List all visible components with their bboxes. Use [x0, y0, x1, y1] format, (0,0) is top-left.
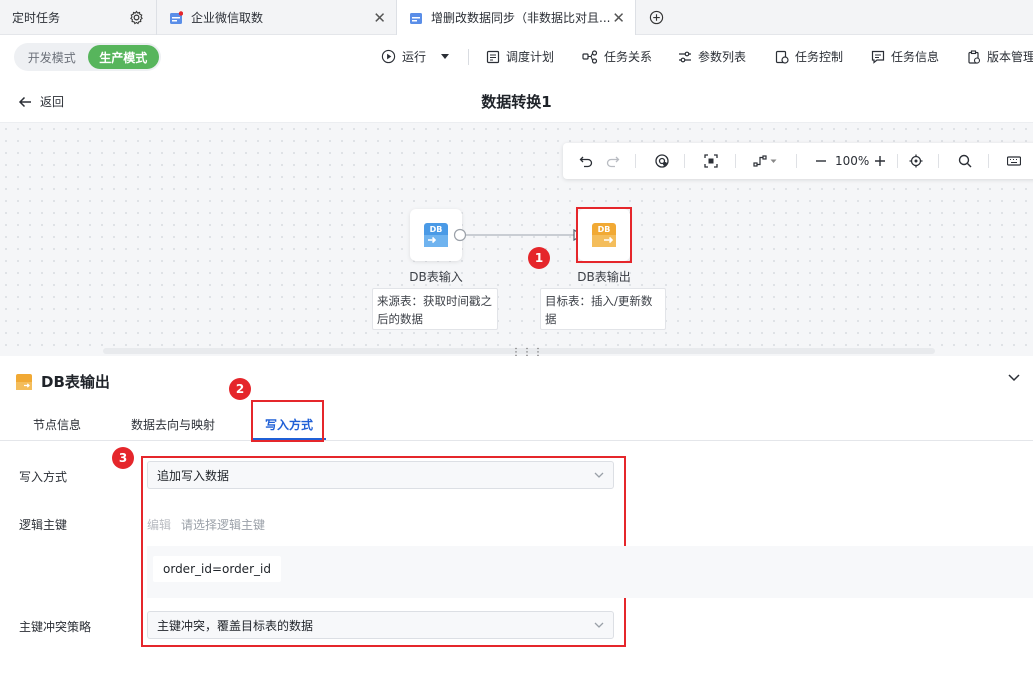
- annotation-badge: 1: [528, 247, 550, 269]
- divider: [938, 154, 939, 168]
- db-text: DB: [430, 225, 443, 234]
- tab-wecom-fetch[interactable]: 企业微信取数 ✕: [156, 0, 396, 35]
- db-input-icon: DB: [424, 223, 448, 247]
- keyboard-icon[interactable]: [1007, 153, 1021, 169]
- control-label: 任务控制: [795, 50, 844, 64]
- redo-icon[interactable]: [606, 153, 620, 169]
- task-toolbar: 开发模式 生产模式 运行 调度计划 任务关系 参数列表 任务控制 任务信息 版本…: [0, 36, 1033, 78]
- flow-canvas[interactable]: 100% DB DB表输入 来源表：获取时间戳之后的数据 DB DB表输出 目标…: [0, 123, 1033, 356]
- layout-dropdown[interactable]: [753, 153, 777, 169]
- page-header: 返回 数据转换1: [0, 78, 1033, 123]
- undo-icon[interactable]: [579, 153, 593, 169]
- dev-mode-option[interactable]: 开发模式: [16, 45, 88, 69]
- write-mode-label: 写入方式: [19, 470, 68, 484]
- node-label: DB表输出: [577, 270, 631, 284]
- node-config-panel: DB表输出 2 节点信息 数据去向与映射 写入方式 3 写入方式 追加写入数据 …: [0, 356, 1033, 686]
- canvas-toolbar: 100%: [563, 143, 1033, 179]
- tab-bar: 定时任务 企业微信取数 ✕ 增删改数据同步（非数据比对且... ✕: [0, 0, 1033, 35]
- write-mode-select[interactable]: 追加写入数据: [147, 461, 614, 489]
- locate-icon[interactable]: [909, 153, 923, 169]
- tab-label: 增删改数据同步（非数据比对且...: [431, 11, 611, 25]
- divider: [796, 154, 797, 168]
- annotation-badge: 2: [229, 378, 251, 400]
- annotation-box: [576, 207, 632, 263]
- close-icon[interactable]: ✕: [373, 9, 386, 27]
- write-mode-value: 追加写入数据: [157, 468, 230, 483]
- sliders-icon: [679, 51, 691, 62]
- tab-data-sync[interactable]: 增删改数据同步（非数据比对且... ✕: [396, 0, 636, 35]
- divider: [635, 154, 636, 168]
- chevron-down-icon[interactable]: [1007, 373, 1021, 383]
- port-circle-icon[interactable]: [453, 228, 467, 242]
- chevron-down-icon: [594, 472, 604, 478]
- schedule-label: 调度计划: [506, 50, 555, 64]
- conflict-strategy-select[interactable]: 主键冲突，覆盖目标表的数据: [147, 611, 614, 639]
- run-button[interactable]: 运行: [381, 48, 450, 65]
- divider: [735, 154, 736, 168]
- fit-view-icon[interactable]: [704, 153, 718, 169]
- divider: [988, 154, 989, 168]
- annotation-box: [251, 400, 324, 442]
- relation-icon: [582, 49, 598, 64]
- task-relations-button[interactable]: 任务关系: [582, 48, 652, 65]
- prod-mode-option[interactable]: 生产模式: [87, 45, 159, 69]
- eye-preview-icon[interactable]: [654, 153, 670, 169]
- panel-title: DB表输出: [15, 371, 110, 392]
- db-output-icon: [16, 373, 32, 390]
- task-control-button[interactable]: 任务控制: [775, 48, 843, 65]
- message-icon: [871, 50, 885, 64]
- divider: [468, 49, 469, 65]
- add-tab-button[interactable]: [636, 0, 676, 35]
- caret-down-icon: [441, 53, 450, 59]
- gear-icon[interactable]: [129, 10, 144, 25]
- task-calendar-icon: [410, 12, 422, 24]
- params-label: 参数列表: [698, 50, 747, 64]
- node-description: 目标表：插入/更新数据: [540, 288, 666, 330]
- close-icon[interactable]: ✕: [612, 9, 625, 27]
- mode-switch[interactable]: 开发模式 生产模式: [14, 43, 161, 71]
- logic-key-chip[interactable]: order_id=order_id: [153, 556, 281, 582]
- schedule-button[interactable]: 调度计划: [486, 48, 554, 65]
- annotation-badge: 3: [112, 447, 134, 469]
- relations-label: 任务关系: [604, 50, 653, 64]
- zoom-out-icon[interactable]: [815, 153, 827, 169]
- tab-node-info[interactable]: 节点信息: [33, 416, 81, 433]
- edit-button[interactable]: 编辑: [147, 516, 171, 533]
- task-calendar-icon: [170, 10, 183, 24]
- zoom-level: 100%: [835, 154, 870, 168]
- version-button[interactable]: 版本管理: [967, 48, 1033, 65]
- tab-label: 定时任务: [12, 11, 61, 25]
- logic-key-label: 逻辑主键: [19, 518, 68, 532]
- info-label: 任务信息: [891, 50, 940, 64]
- logic-key-placeholder: 请选择逻辑主键: [181, 518, 266, 532]
- node-description: 来源表：获取时间戳之后的数据: [372, 288, 498, 330]
- logic-key-row: 编辑 请选择逻辑主键: [147, 516, 265, 533]
- run-label: 运行: [402, 50, 427, 64]
- tab-data-mapping[interactable]: 数据去向与映射: [131, 416, 215, 433]
- layout-icon: [753, 155, 767, 167]
- version-label: 版本管理: [987, 50, 1033, 64]
- page-title: 数据转换1: [481, 93, 552, 111]
- search-icon[interactable]: [958, 153, 972, 169]
- version-icon: [968, 49, 981, 64]
- tab-scheduled-task[interactable]: 定时任务: [0, 0, 156, 35]
- schedule-icon: [486, 50, 500, 63]
- caret-down-icon: [770, 159, 777, 163]
- panel-title-text: DB表输出: [41, 373, 110, 391]
- task-info-button[interactable]: 任务信息: [871, 48, 939, 65]
- conflict-strategy-label: 主键冲突策略: [19, 620, 92, 634]
- edge-connector[interactable]: [466, 234, 574, 236]
- divider: [897, 154, 898, 168]
- param-list-button[interactable]: 参数列表: [678, 48, 746, 65]
- tab-label: 企业微信取数: [191, 11, 264, 25]
- chevron-down-icon: [594, 622, 604, 628]
- zoom-in-icon[interactable]: [874, 153, 886, 169]
- node-label: DB表输入: [409, 270, 463, 284]
- divider: [684, 154, 685, 168]
- play-circle-icon: [381, 49, 396, 64]
- conflict-strategy-value: 主键冲突，覆盖目标表的数据: [157, 618, 314, 633]
- control-icon: [775, 50, 789, 64]
- panel-tabs: 节点信息 数据去向与映射 写入方式: [0, 404, 1033, 441]
- plus-circle-icon: [649, 10, 663, 25]
